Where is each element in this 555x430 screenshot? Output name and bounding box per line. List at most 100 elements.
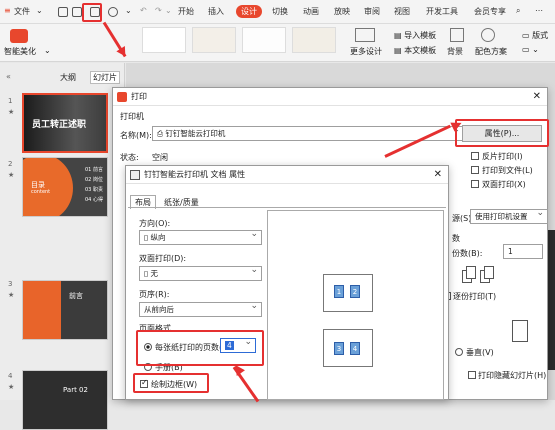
preview-page: 1 — [334, 285, 344, 298]
copies-label: 份数(B): — [452, 249, 483, 258]
star-icon: ★ — [8, 171, 15, 179]
collate-label: 逐份打印(T) — [453, 292, 497, 301]
preview-page: 2 — [350, 285, 360, 298]
palette-icon[interactable] — [481, 28, 495, 42]
more-design-icon[interactable] — [355, 28, 375, 42]
reverse-print-label: 反片打印(I) — [482, 152, 523, 161]
tab-developer[interactable]: 开发工具 — [426, 6, 458, 17]
wps-logo-icon — [117, 92, 127, 102]
print-dialog-title: 打印 — [131, 92, 147, 101]
slide-title: 员工转正述职 — [32, 120, 87, 130]
duplex-select[interactable]: ▯ 无 — [139, 266, 262, 281]
more-design-label[interactable]: 更多设计 — [350, 46, 382, 57]
print-preview-icon[interactable] — [108, 7, 118, 17]
orientation-label: 方向(O): — [139, 219, 171, 228]
template-thumb[interactable] — [142, 27, 186, 53]
status-value: 空闲 — [152, 153, 168, 162]
slide-thumb-3[interactable]: 前言 — [22, 280, 108, 340]
reverse-print-checkbox[interactable] — [471, 152, 479, 160]
layout-button[interactable]: ▭ 版式 — [522, 30, 548, 41]
slide-subtitle: content — [31, 189, 51, 195]
chevron-down-icon[interactable]: ⌄ — [125, 6, 132, 15]
chevron-down-icon[interactable]: ⌄ — [165, 6, 172, 15]
template-thumb[interactable] — [192, 27, 236, 53]
background-label[interactable]: 背景 — [447, 46, 463, 57]
tab-view[interactable]: 视图 — [394, 6, 410, 17]
more-icon[interactable]: ⋯ — [535, 6, 543, 15]
template-thumb[interactable] — [292, 27, 336, 53]
slide-title: Part 02 — [63, 386, 88, 394]
vertical-label: 垂直(V) — [466, 348, 494, 357]
tab-design[interactable]: 设计 — [236, 5, 262, 18]
template-thumb[interactable] — [242, 27, 286, 53]
tab-divider — [128, 207, 446, 208]
print-dialog-titlebar: 打印 ✕ — [113, 88, 547, 106]
vertical-radio[interactable] — [455, 348, 463, 356]
star-icon: ★ — [8, 383, 15, 391]
star-icon: ★ — [8, 291, 15, 299]
tab-insert[interactable]: 插入 — [208, 6, 224, 17]
duplex-print-checkbox[interactable] — [471, 180, 479, 188]
tab-animation[interactable]: 动画 — [303, 6, 319, 17]
background-icon[interactable] — [450, 28, 464, 42]
smart-beautify-icon[interactable] — [10, 29, 28, 43]
tab-slideshow[interactable]: 放映 — [334, 6, 350, 17]
print-to-file-checkbox[interactable] — [471, 166, 479, 174]
duplex-label: 双面打印(D): — [139, 254, 187, 263]
slide-number: 1 — [8, 97, 13, 105]
preview-sheet: 1 2 — [323, 274, 373, 312]
tab-member[interactable]: 会员专享 — [474, 6, 506, 17]
color-scheme-label[interactable]: 配色方案 — [475, 46, 507, 57]
copies-input[interactable]: 1 — [503, 244, 543, 259]
chevron-down-icon[interactable]: ⌄ — [36, 6, 43, 15]
page-order-select[interactable]: 从前向后 — [139, 302, 262, 317]
slide-thumb-2[interactable]: 目录 content 01 前言 02 岗位 03 职责 04 心得 — [22, 157, 108, 217]
preview-page: 3 — [334, 342, 344, 355]
slide-number: 2 — [8, 160, 13, 168]
export-icon[interactable] — [72, 7, 82, 17]
collate-icon — [462, 266, 494, 288]
orientation-select[interactable]: ▯ 纵向 — [139, 230, 262, 245]
slide-thumb-1[interactable]: 员工转正述职 — [22, 93, 108, 153]
this-doc-template-button[interactable]: ▤ 本文模板 — [394, 45, 436, 56]
hidden-print-label: 打印隐藏幻灯片(H) — [478, 371, 547, 380]
tab-review[interactable]: 审阅 — [364, 6, 380, 17]
slide-thumb-4[interactable]: Part 02 — [22, 370, 108, 430]
save-icon[interactable] — [58, 7, 68, 17]
collapse-panel-icon[interactable]: « — [6, 72, 11, 81]
slide-number: 3 — [8, 280, 13, 288]
preview-page: 4 — [350, 342, 360, 355]
printer-section-label: 打印机 — [120, 112, 144, 121]
search-icon[interactable]: ⌕ — [516, 6, 520, 16]
annotation-print-icon-box — [82, 3, 102, 22]
chevron-down-icon[interactable]: ⌄ — [44, 46, 51, 55]
star-icon: ★ — [8, 108, 15, 116]
printer-name-label: 名称(M): — [120, 131, 152, 140]
tab-transition[interactable]: 切换 — [272, 6, 288, 17]
layout-extra-button[interactable]: ▭ ⌄ — [522, 45, 539, 54]
file-menu[interactable]: 文件 — [14, 6, 30, 17]
annotation-pages-per-sheet-box — [136, 330, 264, 366]
layout-preview: 1 2 3 4 — [267, 210, 444, 400]
close-icon[interactable]: ✕ — [533, 88, 541, 106]
slide-number: 4 — [8, 372, 13, 380]
copies-section-label: 数 — [452, 234, 460, 243]
hidden-print-checkbox[interactable] — [468, 371, 476, 379]
undo-icon[interactable]: ↶ — [140, 6, 147, 15]
status-label: 状态: — [120, 153, 139, 162]
tab-slides[interactable]: 幻灯片 — [90, 71, 120, 84]
properties-dialog-title: 钉钉智能云打印机 文档 属性 — [144, 170, 246, 179]
slide-title: 前言 — [69, 292, 83, 300]
template-gallery[interactable] — [142, 27, 340, 53]
close-icon[interactable]: ✕ — [434, 166, 442, 184]
print-to-file-label: 打印到文件(L) — [482, 166, 533, 175]
smart-beautify-label[interactable]: 智能美化 — [4, 46, 36, 57]
import-template-button[interactable]: ▤ 导入模板 — [394, 30, 436, 41]
tab-outline[interactable]: 大纲 — [60, 72, 76, 83]
paper-source-select[interactable]: 使用打印机设置 — [470, 209, 548, 224]
tab-home[interactable]: 开始 — [178, 6, 194, 17]
redo-icon[interactable]: ↷ — [155, 6, 162, 15]
menu-icon[interactable]: ≡ — [4, 6, 11, 15]
annotation-properties-box — [455, 119, 549, 147]
annotation-draw-borders-box — [133, 373, 209, 393]
